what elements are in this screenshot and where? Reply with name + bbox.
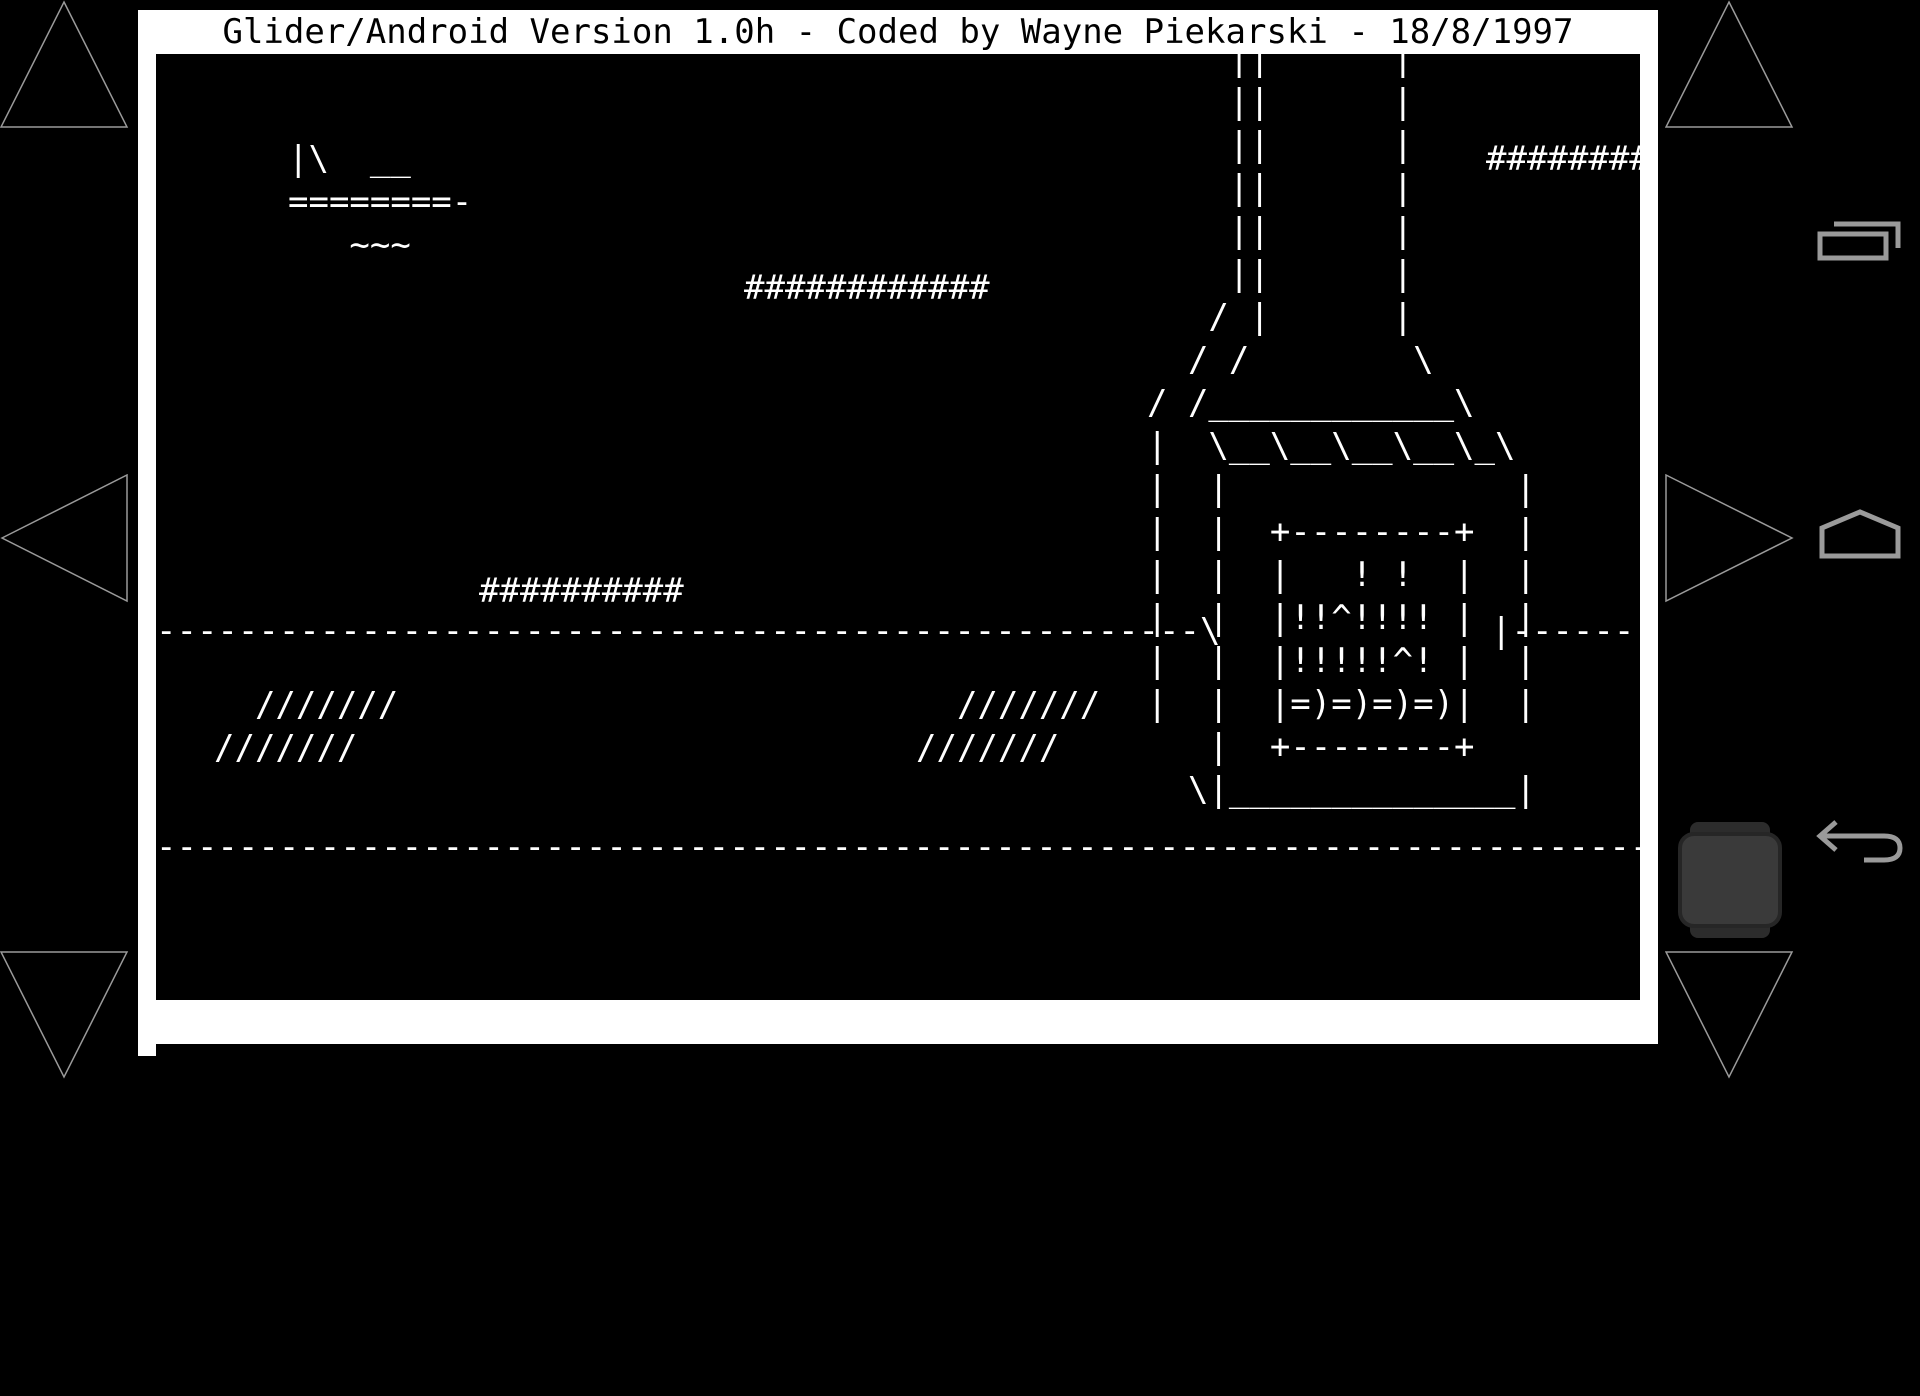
overlay-button[interactable] (1678, 818, 1782, 942)
back-button[interactable] (1812, 808, 1908, 872)
up-arrow-icon (0, 0, 129, 128)
game-screen[interactable]: |\ __ ========- ~~~ ############ #######… (156, 54, 1640, 1000)
ground-line-right: |------- (1491, 611, 1640, 651)
right-arrow-button[interactable] (1665, 474, 1795, 604)
recent-apps-button[interactable] (1812, 210, 1908, 270)
ground-line-left: ----------------------------------------… (156, 611, 1221, 651)
score-value: [ 3500] (576, 1178, 740, 1218)
home-icon (1819, 509, 1901, 559)
down-arrow-button-left[interactable] (0, 950, 130, 1080)
left-arrow-button[interactable] (0, 474, 130, 604)
platform-top: ############ (744, 268, 990, 308)
down-arrow-icon (1665, 951, 1794, 1079)
game-title: Glider/Android Version 1.0h - Coded by W… (222, 12, 1574, 52)
bottom-line: ----------------------------------------… (156, 827, 1640, 867)
game-info-bar: Game Info - Score: [ 3500] Lives Remaini… (156, 1000, 1640, 1394)
status-separator: - (386, 1090, 407, 1130)
recent-apps-icon (1817, 221, 1901, 261)
down-arrow-button-right[interactable] (1665, 950, 1795, 1080)
left-arrow-icon (0, 474, 128, 603)
home-button[interactable] (1812, 504, 1908, 568)
right-arrow-icon (1665, 474, 1794, 603)
glider-sprite: |\ __ ========- ~~~ (288, 139, 473, 265)
grass-right: /////// /////// (916, 685, 1101, 768)
up-arrow-icon (1665, 0, 1794, 128)
building: || | || | || | || | || | || | / | | / / … (1147, 54, 1536, 810)
score-label: Score: (441, 1134, 564, 1174)
up-arrow-button-left[interactable] (0, 0, 130, 130)
level-value: [ 2] (1486, 1354, 1568, 1394)
down-arrow-icon (0, 951, 129, 1079)
grass-left: /////// /////// (214, 685, 399, 768)
level-label: Current Level: (1201, 1310, 1488, 1350)
back-icon (1816, 820, 1903, 863)
lives-value: [ 1] (1090, 1266, 1172, 1306)
square-button-icon (1678, 822, 1782, 938)
up-arrow-button-right[interactable] (1665, 0, 1795, 130)
lives-label: Lives Remaining: (764, 1222, 1092, 1262)
platform-mid: ########## (479, 571, 684, 611)
lower-area (156, 1044, 1658, 1080)
